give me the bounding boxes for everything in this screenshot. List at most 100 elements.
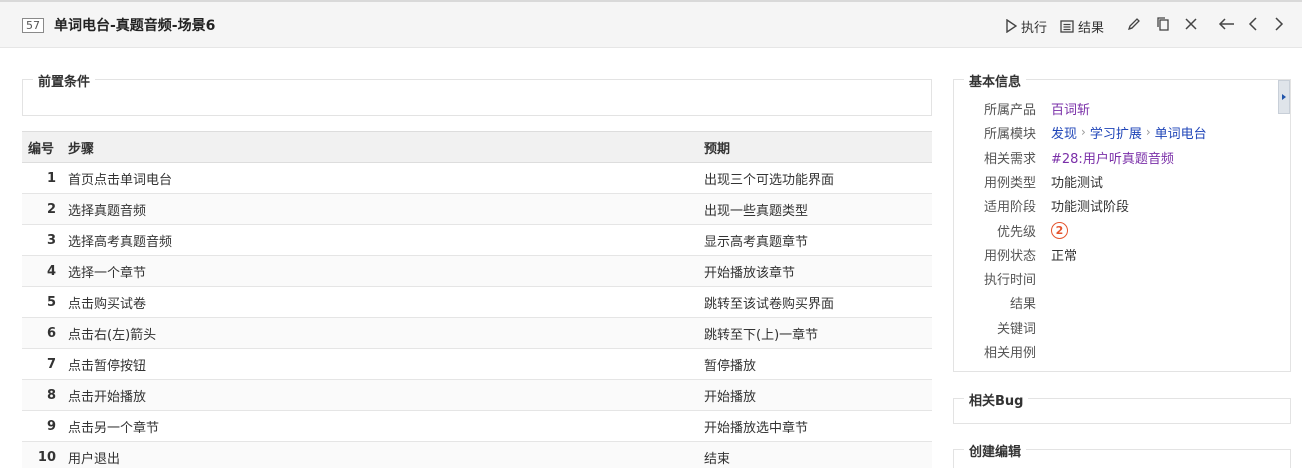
edit-icon[interactable]: [1126, 16, 1144, 34]
type-label: 用例类型: [983, 175, 1036, 191]
run-button[interactable]: 执行: [1005, 16, 1047, 36]
table-row: 1 首页点击单词电台 出现三个可选功能界面: [22, 162, 932, 194]
step-text: 首页点击单词电台: [62, 162, 698, 194]
type-value: 功能测试: [1051, 175, 1104, 191]
breadcrumb-separator-icon: ›: [1145, 125, 1151, 139]
step-num: 5: [22, 286, 62, 318]
stage-value: 功能测试阶段: [1051, 199, 1130, 215]
steps-table: 编号 步骤 预期 1 首页点击单词电台 出现三个可选功能界面 2 选择真题音频 …: [22, 131, 932, 468]
step-num: 3: [22, 224, 62, 256]
copy-icon[interactable]: [1155, 16, 1173, 34]
step-expect: 出现三个可选功能界面: [698, 162, 932, 194]
step-text: 点击暂停按钮: [62, 348, 698, 380]
step-expect: 显示高考真题章节: [698, 224, 932, 256]
step-text: 点击购买试卷: [62, 286, 698, 318]
table-row: 2 选择真题音频 出现一些真题类型: [22, 193, 932, 225]
list-icon: [1060, 19, 1074, 33]
play-icon: [1005, 19, 1017, 33]
related-bug-section: 相关Bug: [953, 390, 1291, 424]
info-row-linked-cases: 相关用例: [954, 339, 1292, 363]
step-expect: 开始播放选中章节: [698, 410, 932, 442]
module-link-discover[interactable]: 发现: [1051, 123, 1077, 142]
case-id-badge: 57: [22, 18, 44, 33]
step-expect: 结束: [698, 441, 932, 468]
info-row-product: 所属产品 百词斩: [954, 96, 1292, 120]
delete-icon[interactable]: [1183, 16, 1201, 34]
page-title: 单词电台-真题音频-场景6: [54, 18, 216, 34]
status-label: 用例状态: [983, 248, 1036, 264]
priority-label: 优先级: [996, 224, 1036, 240]
chevron-left-icon[interactable]: [1246, 16, 1264, 34]
results-label: 结果: [1078, 20, 1105, 36]
info-row-keywords: 关键词: [954, 315, 1292, 339]
table-header-row: 编号 步骤 预期: [22, 131, 932, 163]
step-num: 1: [22, 162, 62, 194]
product-link[interactable]: 百词斩: [1051, 99, 1090, 118]
precondition-section: 前置条件: [22, 71, 932, 116]
table-row: 6 点击右(左)箭头 跳转至下(上)一章节: [22, 317, 932, 349]
module-link-learning[interactable]: 学习扩展: [1090, 123, 1142, 142]
linked-cases-label: 相关用例: [983, 345, 1036, 361]
page-header: 57 单词电台-真题音频-场景6 执行 结果: [0, 0, 1302, 48]
step-text: 选择真题音频: [62, 193, 698, 225]
table-row: 5 点击购买试卷 跳转至该试卷购买界面: [22, 286, 932, 318]
step-text: 选择一个章节: [62, 255, 698, 287]
step-expect: 开始播放: [698, 379, 932, 411]
stage-label: 适用阶段: [983, 199, 1036, 215]
run-label: 执行: [1021, 20, 1048, 36]
info-row-stage: 适用阶段 功能测试阶段: [954, 193, 1292, 217]
step-num: 6: [22, 317, 62, 349]
step-text: 用户退出: [62, 441, 698, 468]
column-header-step: 步骤: [62, 131, 698, 163]
step-num: 8: [22, 379, 62, 411]
table-row: 4 选择一个章节 开始播放该章节: [22, 255, 932, 287]
step-expect: 开始播放该章节: [698, 255, 932, 287]
column-header-num: 编号: [22, 131, 62, 163]
info-row-type: 用例类型 功能测试: [954, 169, 1292, 193]
product-label: 所属产品: [983, 102, 1036, 118]
chevron-right-icon[interactable]: [1272, 16, 1290, 34]
basic-info-section: 基本信息 所属产品 百词斩 所属模块 发现 › 学习扩展 › 单词电台 相关需求…: [953, 71, 1292, 372]
exec-time-label: 执行时间: [983, 272, 1036, 288]
back-icon[interactable]: [1218, 16, 1236, 34]
step-expect: 出现一些真题类型: [698, 193, 932, 225]
info-row-result: 结果: [954, 290, 1292, 314]
step-num: 9: [22, 410, 62, 442]
step-num: 7: [22, 348, 62, 380]
step-expect: 跳转至该试卷购买界面: [698, 286, 932, 318]
table-row: 8 点击开始播放 开始播放: [22, 379, 932, 411]
results-button[interactable]: 结果: [1060, 16, 1104, 36]
table-row: 9 点击另一个章节 开始播放选中章节: [22, 410, 932, 442]
create-edit-section: 创建编辑: [953, 441, 1291, 468]
info-row-priority: 优先级 2: [954, 218, 1292, 242]
sidebar-toggle-icon[interactable]: [1278, 80, 1290, 114]
related-bug-legend: 相关Bug: [964, 390, 1029, 409]
step-expect: 暂停播放: [698, 348, 932, 380]
info-row-module: 所属模块 发现 › 学习扩展 › 单词电台: [954, 120, 1292, 144]
priority-badge: 2: [1051, 221, 1068, 239]
precondition-legend: 前置条件: [33, 71, 96, 90]
step-text: 点击另一个章节: [62, 410, 698, 442]
step-num: 4: [22, 255, 62, 287]
column-header-expect: 预期: [698, 131, 932, 163]
table-row: 3 选择高考真题音频 显示高考真题章节: [22, 224, 932, 256]
step-text: 点击右(左)箭头: [62, 317, 698, 349]
status-value: 正常: [1051, 248, 1078, 264]
info-row-story: 相关需求 #28:用户听真题音频: [954, 145, 1292, 169]
module-label: 所属模块: [983, 126, 1036, 142]
story-link[interactable]: #28:用户听真题音频: [1051, 148, 1174, 167]
basic-info-legend: 基本信息: [964, 71, 1027, 90]
result-label: 结果: [1009, 296, 1036, 312]
table-row: 7 点击暂停按钮 暂停播放: [22, 348, 932, 380]
step-text: 选择高考真题音频: [62, 224, 698, 256]
info-row-status: 用例状态 正常: [954, 242, 1292, 266]
breadcrumb-separator-icon: ›: [1081, 125, 1086, 139]
step-num: 2: [22, 193, 62, 225]
step-expect: 跳转至下(上)一章节: [698, 317, 932, 349]
module-link-radio[interactable]: 单词电台: [1155, 123, 1207, 142]
table-row: 10 用户退出 结束: [22, 441, 932, 468]
create-edit-legend: 创建编辑: [964, 441, 1027, 460]
step-text: 点击开始播放: [62, 379, 698, 411]
keywords-label: 关键词: [996, 321, 1036, 337]
step-num: 10: [22, 441, 62, 468]
